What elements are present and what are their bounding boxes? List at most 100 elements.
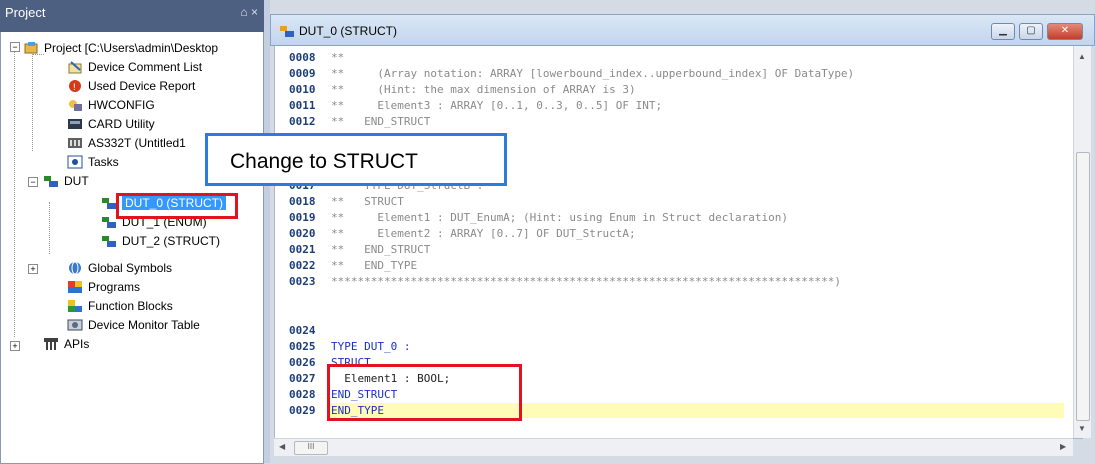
code-line[interactable]: 0019 ** Element1 : DUT_EnumA; (Hint: usin… bbox=[275, 210, 1055, 225]
line-number: 0019 bbox=[289, 211, 316, 224]
line-number: 0025 bbox=[289, 340, 316, 353]
code-text: ** (Hint: the max dimension of ARRAY is … bbox=[331, 83, 636, 96]
pane-controls[interactable]: ⌂ × bbox=[240, 5, 258, 19]
tree-item-hwconfig[interactable]: HWCONFIG bbox=[67, 95, 155, 114]
close-button[interactable]: ✕ bbox=[1047, 23, 1083, 40]
tree-item-programs[interactable]: Programs bbox=[67, 277, 140, 296]
line-number: 0028 bbox=[289, 388, 316, 401]
line-number: 0020 bbox=[289, 227, 316, 240]
apis-icon bbox=[43, 337, 59, 351]
scroll-up-icon[interactable]: ▲ bbox=[1078, 52, 1086, 61]
enum-icon bbox=[101, 215, 117, 229]
line-number: 0023 bbox=[289, 275, 316, 288]
code-line[interactable]: 0024 bbox=[275, 323, 1055, 338]
scroll-down-icon[interactable]: ▼ bbox=[1078, 424, 1086, 433]
line-number: 0027 bbox=[289, 372, 316, 385]
code-line[interactable]: 0008 ** bbox=[275, 50, 1055, 65]
collapse-project-icon[interactable]: − bbox=[10, 42, 20, 52]
line-number: 0022 bbox=[289, 259, 316, 272]
tree-item-device-comment-list[interactable]: Device Comment List bbox=[67, 57, 202, 76]
tree-item-card-utility[interactable]: CARD Utility bbox=[67, 114, 155, 133]
tree-item-as332t[interactable]: AS332T (Untitled1 bbox=[67, 133, 186, 152]
tree-item-global-symbols[interactable]: Global Symbols bbox=[67, 258, 172, 277]
line-number: 0021 bbox=[289, 243, 316, 256]
code-line[interactable]: 0011 ** Element3 : ARRAY [0..1, 0..3, 0..… bbox=[275, 98, 1055, 113]
code-line[interactable]: 0023 ************************************… bbox=[275, 274, 1055, 289]
project-pane-header: Project ⌂ × bbox=[0, 0, 264, 32]
maximize-button[interactable]: ▢ bbox=[1019, 23, 1043, 40]
editor-title-bar: DUT_0 (STRUCT) ▁ ▢ ✕ bbox=[270, 14, 1095, 46]
line-number: 0010 bbox=[289, 83, 316, 96]
card-utility-icon bbox=[67, 117, 83, 131]
line-number: 0029 bbox=[289, 404, 316, 417]
project-pane-title: Project bbox=[5, 5, 46, 20]
code-text: ** Element3 : ARRAY [0..1, 0..3, 0..5] O… bbox=[331, 99, 663, 112]
code-line[interactable]: 0012 ** END_STRUCT bbox=[275, 114, 1055, 129]
tree-item-tasks[interactable]: Tasks bbox=[67, 152, 119, 171]
code-text: ** Element2 : ARRAY [0..7] OF DUT_Struct… bbox=[331, 227, 636, 240]
tree-item-dut[interactable]: DUT bbox=[43, 171, 89, 190]
tree-label: HWCONFIG bbox=[88, 97, 155, 112]
code-text: ** STRUCT bbox=[331, 195, 404, 208]
tree-label: AS332T (Untitled1 bbox=[88, 135, 186, 150]
globe-icon bbox=[67, 261, 83, 275]
pane-splitter[interactable] bbox=[264, 0, 270, 463]
tree-item-function-blocks[interactable]: Function Blocks bbox=[67, 296, 173, 315]
code-line[interactable]: 0022 ** END_TYPE bbox=[275, 258, 1055, 273]
line-number: 0008 bbox=[289, 51, 316, 64]
struct-icon bbox=[101, 196, 117, 210]
struct-icon bbox=[101, 234, 117, 248]
comment-list-icon bbox=[67, 60, 83, 74]
tree-item-device-monitor-table[interactable]: Device Monitor Table bbox=[67, 315, 200, 334]
code-text: ** END_STRUCT bbox=[331, 243, 431, 256]
tree-label: Device Monitor Table bbox=[88, 317, 200, 332]
collapse-dut-icon[interactable]: − bbox=[28, 177, 38, 187]
scroll-right-icon[interactable]: ▶ bbox=[1060, 442, 1066, 451]
code-text: ** bbox=[331, 51, 345, 64]
tree-label: Function Blocks bbox=[88, 298, 173, 313]
report-icon: ! bbox=[67, 79, 83, 93]
annotation-box-tree bbox=[116, 193, 238, 219]
expand-global-symbols-icon[interactable]: + bbox=[28, 264, 38, 274]
callout-box: Change to STRUCT bbox=[205, 133, 507, 186]
horizontal-scrollbar[interactable]: ◀ III ▶ bbox=[274, 438, 1073, 456]
tree-label: Used Device Report bbox=[88, 78, 196, 93]
line-number: 0018 bbox=[289, 195, 316, 208]
expand-apis-icon[interactable]: + bbox=[10, 341, 20, 351]
tree-item-used-device-report[interactable]: ! Used Device Report bbox=[67, 76, 195, 95]
horizontal-scroll-thumb[interactable]: III bbox=[294, 441, 328, 455]
tree-item-project[interactable]: Project [C:\Users\admin\Desktop bbox=[23, 38, 218, 57]
line-number: 0009 bbox=[289, 67, 316, 80]
plc-icon bbox=[67, 136, 83, 150]
line-number: 0011 bbox=[289, 99, 316, 112]
svg-text:!: ! bbox=[73, 83, 77, 93]
line-number: 0024 bbox=[289, 324, 316, 337]
tree-label: Tasks bbox=[88, 154, 119, 169]
code-line[interactable]: 0010 ** (Hint: the max dimension of ARRAY… bbox=[275, 82, 1055, 97]
dut-folder-icon bbox=[43, 174, 59, 188]
annotation-box-code bbox=[327, 364, 522, 421]
code-line[interactable]: 0021 ** END_STRUCT bbox=[275, 242, 1055, 257]
code-line[interactable]: 0018 ** STRUCT bbox=[275, 194, 1055, 209]
tree-label: DUT_2 (STRUCT) bbox=[122, 233, 220, 248]
scroll-left-icon[interactable]: ◀ bbox=[279, 442, 285, 451]
monitor-table-icon bbox=[67, 318, 83, 332]
code-line[interactable]: 0020 ** Element2 : ARRAY [0..7] OF DUT_St… bbox=[275, 226, 1055, 241]
project-tree: − Project [C:\Users\admin\Desktop Device… bbox=[0, 32, 264, 464]
code-line[interactable]: 0009 ** (Array notation: ARRAY [lowerboun… bbox=[275, 66, 1055, 81]
project-icon bbox=[23, 41, 39, 55]
tree-item-dut-2[interactable]: DUT_2 (STRUCT) bbox=[101, 231, 220, 250]
tree-label: CARD Utility bbox=[88, 116, 155, 131]
tree-label: DUT bbox=[64, 173, 89, 188]
code-text: ** END_STRUCT bbox=[331, 115, 431, 128]
tree-item-apis[interactable]: APIs bbox=[43, 334, 89, 353]
code-text: TYPE DUT_0 : bbox=[331, 340, 411, 353]
vertical-scrollbar[interactable]: ▲ ▼ bbox=[1073, 46, 1091, 438]
line-number: 0012 bbox=[289, 115, 316, 128]
vertical-scroll-thumb[interactable] bbox=[1076, 152, 1090, 421]
struct-icon bbox=[280, 26, 294, 37]
code-line[interactable]: 0025 TYPE DUT_0 : bbox=[275, 339, 1055, 354]
minimize-button[interactable]: ▁ bbox=[991, 23, 1015, 40]
tree-label: APIs bbox=[64, 336, 90, 351]
function-blocks-icon bbox=[67, 299, 83, 313]
